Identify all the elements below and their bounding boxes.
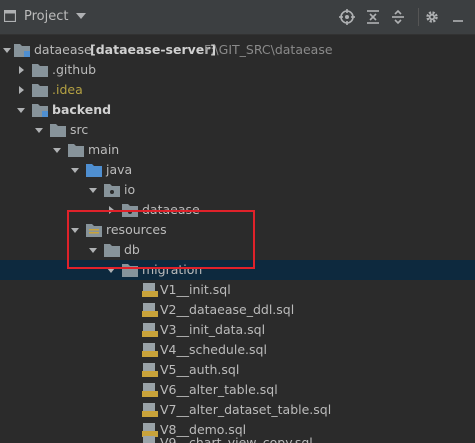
- tree-row-label: V4__schedule.sql: [160, 342, 267, 357]
- chevron-down-icon[interactable]: [34, 125, 44, 135]
- tree-row-file[interactable]: V4__schedule.sql: [0, 340, 475, 360]
- tree-row-resources[interactable]: resources: [0, 220, 475, 240]
- tree-row-github[interactable]: .github: [0, 60, 475, 80]
- tree-row-label: .github: [52, 62, 97, 77]
- tree-row-file[interactable]: V9__chart_view_copy.sql: [0, 433, 475, 443]
- sql-file-icon: [142, 283, 158, 297]
- package-folder-icon: [122, 204, 138, 217]
- chevron-right-icon[interactable]: [16, 85, 26, 95]
- tree-row-main[interactable]: main: [0, 140, 475, 160]
- folder-icon: [50, 124, 66, 137]
- tree-row-dataease[interactable]: dataease [dataease-server] F:\GIT_SRC\da…: [0, 40, 475, 60]
- resources-folder-icon: [86, 224, 102, 237]
- chevron-down-icon[interactable]: [106, 265, 116, 275]
- tree-row-file[interactable]: V5__auth.sql: [0, 360, 475, 380]
- tree-row-label: V7__alter_dataset_table.sql: [160, 402, 332, 417]
- locate-icon[interactable]: [339, 9, 355, 25]
- chevron-down-icon[interactable]: [70, 225, 80, 235]
- tree-row-label: migration: [142, 262, 203, 277]
- tree-row-file[interactable]: V6__alter_table.sql: [0, 380, 475, 400]
- tree-row-label: V9__chart_view_copy.sql: [160, 435, 313, 443]
- tree-row-label: resources: [106, 222, 167, 237]
- sql-file-icon: [143, 436, 155, 443]
- chevron-right-icon[interactable]: [16, 65, 26, 75]
- folder-icon: [32, 64, 48, 77]
- chevron-down-icon[interactable]: [70, 165, 80, 175]
- dropdown-icon[interactable]: [75, 10, 87, 22]
- tree-row-label: dataease: [34, 42, 92, 57]
- module-name-label: [dataease-server]: [90, 42, 217, 57]
- package-folder-icon: [104, 184, 120, 197]
- chevron-down-icon[interactable]: [88, 245, 98, 255]
- tree-row-label: java: [106, 162, 133, 177]
- toolbar-separator: [418, 8, 419, 26]
- tree-row-label: V2__dataease_ddl.sql: [160, 302, 295, 317]
- module-folder-icon: [14, 44, 30, 57]
- project-tree: dataease [dataease-server] F:\GIT_SRC\da…: [0, 34, 475, 443]
- hide-icon[interactable]: [450, 9, 466, 25]
- tree-row-label: backend: [52, 102, 112, 117]
- sql-file-icon: [142, 383, 158, 397]
- tree-row-label: V5__auth.sql: [160, 362, 240, 377]
- folder-icon: [32, 84, 48, 97]
- tree-row-db[interactable]: db: [0, 240, 475, 260]
- chevron-right-icon[interactable]: [106, 205, 116, 215]
- source-folder-icon: [86, 164, 102, 177]
- project-toolbar: Project: [0, 0, 475, 35]
- tree-row-label: V1__init.sql: [160, 282, 231, 297]
- project-view-icon[interactable]: [4, 10, 16, 22]
- sql-file-icon: [142, 403, 158, 417]
- sql-file-icon: [142, 343, 158, 357]
- tree-row-label: .idea: [52, 82, 83, 97]
- tree-row-io[interactable]: io: [0, 180, 475, 200]
- tree-row-file[interactable]: V3__init_data.sql: [0, 320, 475, 340]
- module-path-label: F:\GIT_SRC\dataease: [204, 42, 333, 57]
- folder-icon: [104, 244, 120, 257]
- tree-row-label: src: [70, 122, 89, 137]
- sql-file-icon: [142, 323, 158, 337]
- folder-icon: [122, 264, 138, 277]
- tree-row-migration[interactable]: migration: [0, 260, 475, 280]
- tree-row-backend[interactable]: backend: [0, 100, 475, 120]
- collapse-all-icon[interactable]: [365, 9, 381, 25]
- tree-row-label: V3__init_data.sql: [160, 322, 266, 337]
- module-folder-icon: [32, 104, 48, 117]
- tree-row-label: dataease: [142, 202, 200, 217]
- tree-row-dataease-pkg[interactable]: dataease: [0, 200, 475, 220]
- tree-row-label: db: [124, 242, 140, 257]
- chevron-down-icon[interactable]: [52, 145, 62, 155]
- expand-all-icon[interactable]: [390, 9, 406, 25]
- sql-file-icon: [142, 303, 158, 317]
- tree-row-java[interactable]: java: [0, 160, 475, 180]
- settings-icon[interactable]: [424, 9, 440, 25]
- tree-row-src[interactable]: src: [0, 120, 475, 140]
- folder-icon: [68, 144, 84, 157]
- chevron-down-icon[interactable]: [88, 185, 98, 195]
- tree-row-label: main: [88, 142, 120, 157]
- tree-row-label: io: [124, 182, 136, 197]
- sql-file-icon: [142, 363, 158, 377]
- tree-row-label: V6__alter_table.sql: [160, 382, 278, 397]
- chevron-down-icon[interactable]: [2, 45, 12, 55]
- tree-row-file[interactable]: V7__alter_dataset_table.sql: [0, 400, 475, 420]
- panel-title[interactable]: Project: [24, 9, 68, 24]
- tree-row-file[interactable]: V2__dataease_ddl.sql: [0, 300, 475, 320]
- chevron-down-icon[interactable]: [16, 105, 26, 115]
- tree-row-idea[interactable]: .idea: [0, 80, 475, 100]
- tree-row-file[interactable]: V1__init.sql: [0, 280, 475, 300]
